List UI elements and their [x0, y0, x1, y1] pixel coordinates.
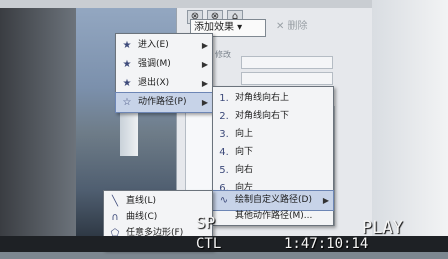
menu-item-motion-path[interactable]: ☆ 动作路径(P) ▶ [115, 92, 213, 113]
modify-label: 修改 [215, 50, 231, 59]
path-right[interactable]: 5. 向右 [213, 161, 333, 180]
osd-timecode: 1:47:10:14 [284, 236, 369, 252]
submenu-arrow-icon: ▶ [201, 98, 208, 107]
star-icon: ★ [122, 59, 132, 70]
monitor-bezel-left [0, 0, 76, 252]
effect-category-menu: ★ 进入(E) ▶ ★ 强调(M) ▶ ★ 退出(X) ▶ ☆ 动作路径(P) … [115, 33, 213, 113]
monitor-bezel-bottom [0, 236, 448, 252]
motion-star-icon: ☆ [122, 97, 132, 108]
osd-play: PLAY [362, 218, 403, 238]
menu-item-entrance[interactable]: ★ 进入(E) ▶ [116, 36, 212, 55]
more-motion-paths[interactable]: 其他动作路径(M)... [213, 207, 333, 226]
property-dropdown[interactable] [241, 72, 333, 85]
path-down[interactable]: 4. 向下 [213, 143, 333, 162]
start-dropdown[interactable] [241, 56, 333, 69]
star-icon: ★ [122, 40, 132, 51]
osd-sp: SP [196, 213, 216, 232]
submenu-arrow-icon: ▶ [201, 79, 208, 88]
motion-path-submenu: 1. 对角线向右上 2. 对角线向右下 3. 向上 4. 向下 5. 向右 6.… [212, 86, 334, 226]
submenu-arrow-icon: ▶ [201, 41, 208, 50]
star-icon: ★ [122, 78, 132, 89]
slide-image-detail [120, 110, 138, 156]
path-diagonal-up-right[interactable]: 1. 对角线向右上 [213, 89, 333, 108]
menu-item-emphasis[interactable]: ★ 强调(M) ▶ [116, 55, 212, 74]
path-diagonal-down-right[interactable]: 2. 对角线向右下 [213, 107, 333, 126]
delete-button[interactable]: ✕ 删除 [276, 19, 322, 37]
submenu-arrow-icon: ▶ [201, 60, 208, 69]
osd-ctl: CTL [196, 236, 222, 252]
monitor-bezel-right [372, 0, 448, 252]
menu-item-exit[interactable]: ★ 退出(X) ▶ [116, 74, 212, 93]
path-up[interactable]: 3. 向上 [213, 125, 333, 144]
